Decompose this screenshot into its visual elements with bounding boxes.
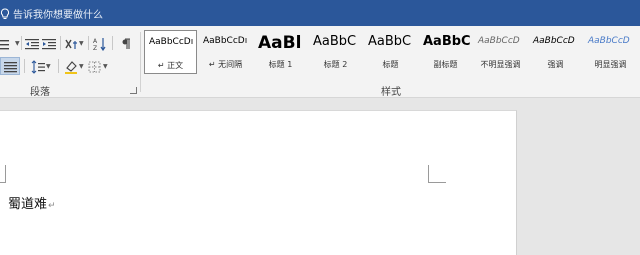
style-name: ↵ 正文 [157,61,184,70]
separator [88,36,89,50]
sort-button[interactable]: AZ [93,34,107,52]
ribbon: ▼ ▼ AZ ▼ ▼ ▼ 段落 AaBbCcDı ↵ 正文 AaBbCcDı ↵… [0,26,640,98]
style-name: ↵ 无间隔 [208,60,243,69]
style-subtitle[interactable]: AaBbC 副标题 [419,30,472,74]
style-sample: AaBbCcD [478,36,520,46]
style-sample: AaBbCcD [588,36,630,46]
paragraph-group: ▼ ▼ AZ ▼ ▼ ▼ 段落 [0,26,140,98]
paragraph-mark: ↵ [48,201,56,211]
shading-button[interactable]: ▼ [64,57,84,75]
svg-text:A: A [93,38,98,45]
align-justify-button[interactable] [0,57,20,75]
crop-mark [428,165,446,183]
style-name: 强调 [547,60,564,69]
line-spacing-button[interactable]: ▼ [31,57,51,75]
styles-gallery: AaBbCcDı ↵ 正文 AaBbCcDı ↵ 无间隔 AaBl 标题 1 A… [144,30,640,78]
increase-indent-icon [42,36,56,50]
style-subtle-emphasis[interactable]: AaBbCcD 不明显强调 [474,30,527,74]
chevron-down-icon: ▼ [103,62,108,70]
style-no-spacing[interactable]: AaBbCcDı ↵ 无间隔 [199,30,252,74]
style-sample: AaBl [258,33,302,53]
separator [112,36,113,50]
borders-icon [88,59,102,73]
borders-button[interactable]: ▼ [88,57,108,75]
body-paragraph[interactable]: 蜀道难↵ [8,193,56,212]
chevron-down-icon: ▼ [15,39,20,47]
styles-group-label: 样式 [381,87,401,98]
style-title[interactable]: AaBbC 标题 [364,30,417,74]
style-heading-1[interactable]: AaBl 标题 1 [254,30,307,74]
increase-indent-button[interactable] [42,34,56,52]
chinese-layout-button[interactable]: ▼ [64,34,84,52]
align-justify-icon [4,59,18,73]
line-spacing-icon [31,59,45,74]
style-normal[interactable]: AaBbCcDı ↵ 正文 [144,30,197,74]
style-sample: AaBbC [423,34,471,49]
tell-me-box[interactable]: 告诉我你想要做什么 [0,6,103,21]
chinese-layout-icon [64,36,78,50]
svg-text:Z: Z [93,45,97,51]
decrease-indent-button[interactable] [25,34,39,52]
title-bar: 告诉我你想要做什么 [0,0,640,26]
separator [21,36,22,50]
document-area: 蜀道难↵ [0,99,640,255]
sort-icon: AZ [93,36,107,52]
lightbulb-icon [0,7,10,20]
style-heading-2[interactable]: AaBbC 标题 2 [309,30,362,74]
style-sample: AaBbC [368,34,412,49]
paragraph-group-label: 段落 [30,87,50,98]
decrease-indent-icon [25,36,39,50]
separator [24,59,25,73]
separator [58,59,59,73]
tell-me-text: 告诉我你想要做什么 [13,10,103,21]
style-name: 标题 1 [268,60,293,69]
bullets-button[interactable]: ▼ [0,34,20,52]
style-name: 副标题 [433,60,458,69]
style-name: 标题 2 [323,60,348,69]
style-name: 标题 [382,60,399,69]
style-intense-emphasis[interactable]: AaBbCcD 明显强调 [584,30,637,74]
style-sample: AaBbCcD [533,36,575,46]
bullets-icon [0,36,14,50]
style-sample: AaBbCcDı [149,37,194,47]
crop-mark [0,165,6,183]
shading-icon [64,59,78,74]
style-name: 不明显强调 [480,60,521,69]
separator [60,36,61,50]
group-separator [140,32,141,92]
dialog-launcher-icon[interactable] [130,87,137,94]
document-page[interactable]: 蜀道难↵ [0,110,517,255]
show-marks-icon [119,36,133,50]
style-name: 明显强调 [594,60,627,69]
chevron-down-icon: ▼ [79,39,84,47]
body-text: 蜀道难 [8,197,48,212]
style-sample: AaBbCcDı [203,36,248,46]
style-emphasis[interactable]: AaBbCcD 强调 [529,30,582,74]
style-sample: AaBbC [313,34,357,49]
chevron-down-icon: ▼ [79,62,84,70]
chevron-down-icon: ▼ [46,62,51,70]
show-marks-button[interactable] [119,34,133,52]
